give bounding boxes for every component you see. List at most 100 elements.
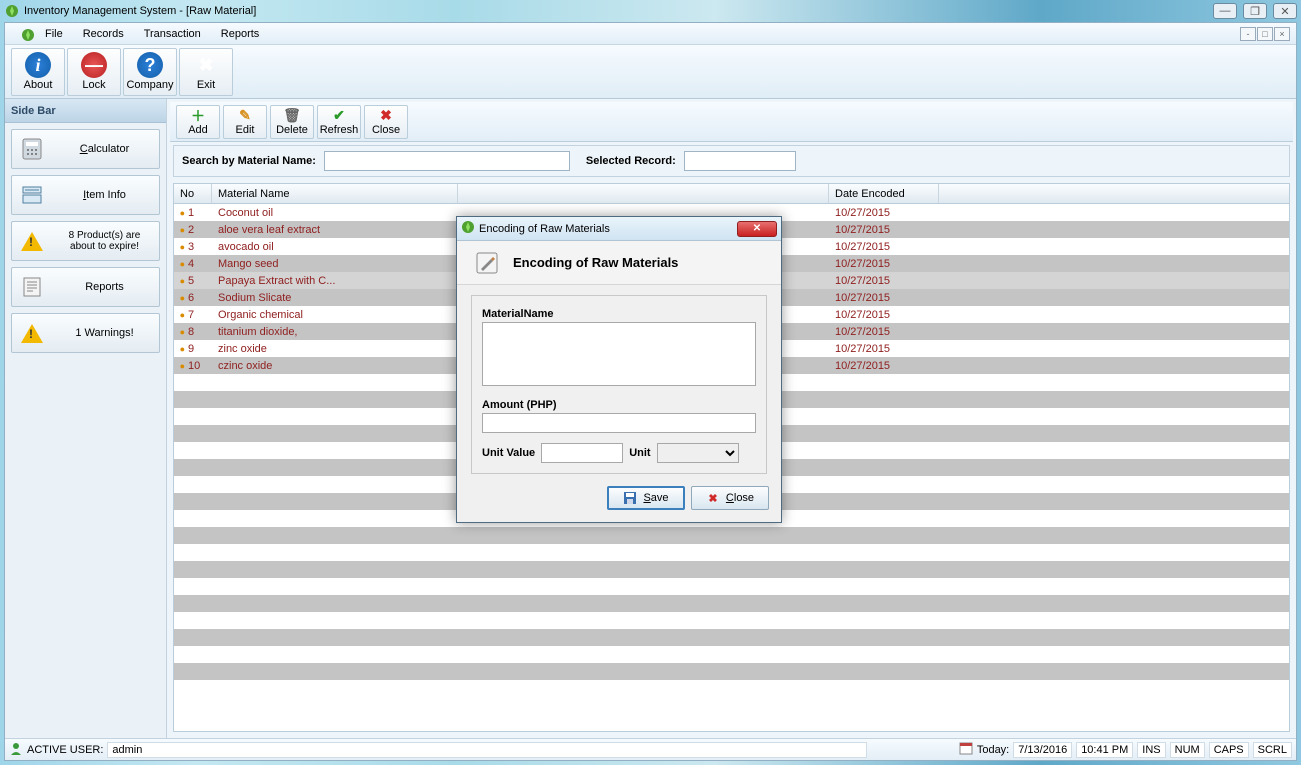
mdi-restore-button[interactable]: □ — [1257, 27, 1273, 41]
sidebar-calculator-button[interactable]: Calculator — [11, 129, 160, 169]
content-toolbar: ＋ Add ✎ Edit 🗑 Delete ✔ Refresh ✖ Clo — [170, 102, 1293, 142]
refresh-button[interactable]: ✔ Refresh — [317, 105, 361, 139]
row-name: Coconut oil — [212, 207, 458, 219]
active-user-label: ACTIVE USER: — [27, 744, 103, 756]
trash-icon: 🗑 — [284, 108, 300, 124]
dialog-save-button[interactable]: Save — [607, 486, 685, 510]
row-bullet-icon: ● — [174, 344, 186, 354]
table-row — [174, 629, 1289, 646]
save-label: Save — [643, 492, 668, 504]
menu-records[interactable]: Records — [73, 26, 134, 42]
plus-icon: ＋ — [190, 108, 206, 124]
sidebar-iteminfo-button[interactable]: Item Info — [11, 175, 160, 215]
row-name: avocado oil — [212, 241, 458, 253]
item-info-icon — [18, 181, 46, 209]
table-row — [174, 561, 1289, 578]
window-title: Inventory Management System - [Raw Mater… — [24, 5, 256, 17]
sidebar-calculator-label: Calculator — [56, 143, 153, 155]
delete-label: Delete — [276, 124, 308, 136]
close-button[interactable]: ✖ Close — [364, 105, 408, 139]
company-button[interactable]: ? Company — [123, 48, 177, 96]
menu-icon — [11, 26, 31, 42]
materialname-input[interactable] — [482, 322, 756, 386]
sidebar-warnings-button[interactable]: 1 Warnings! — [11, 313, 160, 353]
mdi-close-button[interactable]: × — [1274, 27, 1290, 41]
mdi-minimize-button[interactable]: - — [1240, 27, 1256, 41]
window-minimize-button[interactable]: — — [1213, 3, 1237, 19]
search-label: Search by Material Name: — [182, 155, 316, 167]
col-name[interactable]: Material Name — [212, 184, 458, 203]
exit-button[interactable]: ✖ Exit — [179, 48, 233, 96]
status-bar: ACTIVE USER: admin Today: 7/13/2016 10:4… — [5, 738, 1296, 760]
amount-input[interactable] — [482, 413, 756, 433]
row-name: Organic chemical — [212, 309, 458, 321]
row-no: 10 — [186, 360, 212, 372]
user-icon — [9, 741, 23, 758]
delete-button[interactable]: 🗑 Delete — [270, 105, 314, 139]
sidebar-expire-label: 8 Product(s) areabout to expire! — [56, 230, 153, 252]
row-no: 7 — [186, 309, 212, 321]
window-close-button[interactable]: ✕ — [1273, 3, 1297, 19]
row-date: 10/27/2015 — [829, 275, 939, 287]
dialog-form: MaterialName Amount (PHP) Unit Value Uni… — [457, 285, 781, 478]
menu-transaction[interactable]: Transaction — [134, 26, 211, 42]
reports-icon — [18, 273, 46, 301]
row-no: 8 — [186, 326, 212, 338]
col-no[interactable]: No — [174, 184, 212, 203]
table-row — [174, 578, 1289, 595]
row-name: czinc oxide — [212, 360, 458, 372]
menubar: File Records Transaction Reports - □ × — [5, 23, 1296, 45]
edit-button[interactable]: ✎ Edit — [223, 105, 267, 139]
table-row — [174, 544, 1289, 561]
status-time: 10:41 PM — [1076, 742, 1133, 758]
company-label: Company — [126, 79, 173, 91]
sidebar-iteminfo-label: Item Info — [56, 189, 153, 201]
unitvalue-input[interactable] — [541, 443, 623, 463]
table-row — [174, 527, 1289, 544]
notepad-icon — [473, 249, 501, 277]
active-user-field: admin — [107, 742, 867, 758]
dialog-close-x-button[interactable]: ✕ — [737, 221, 777, 237]
lock-button[interactable]: — Lock — [67, 48, 121, 96]
search-input[interactable] — [324, 151, 570, 171]
selected-record-input[interactable] — [684, 151, 796, 171]
row-bullet-icon: ● — [174, 276, 186, 286]
app-icon — [4, 3, 20, 19]
row-name: Sodium Slicate — [212, 292, 458, 304]
col-tail — [939, 184, 1289, 203]
menu-file[interactable]: File — [35, 26, 73, 42]
unit-select[interactable] — [657, 443, 739, 463]
col-amount[interactable] — [458, 184, 829, 203]
row-bullet-icon: ● — [174, 242, 186, 252]
row-date: 10/27/2015 — [829, 309, 939, 321]
lock-label: Lock — [82, 79, 105, 91]
row-date: 10/27/2015 — [829, 343, 939, 355]
close-label: Close — [726, 492, 754, 504]
dialog-titlebar[interactable]: Encoding of Raw Materials ✕ — [457, 217, 781, 241]
sidebar-reports-button[interactable]: Reports — [11, 267, 160, 307]
about-label: About — [24, 79, 53, 91]
question-icon: ? — [137, 52, 163, 78]
exit-x-icon: ✖ — [193, 52, 219, 78]
col-date[interactable]: Date Encoded — [829, 184, 939, 203]
unit-label: Unit — [629, 447, 650, 459]
row-date: 10/27/2015 — [829, 292, 939, 304]
encoding-dialog: Encoding of Raw Materials ✕ Encoding of … — [456, 216, 782, 523]
menu-reports[interactable]: Reports — [211, 26, 270, 42]
row-bullet-icon: ● — [174, 310, 186, 320]
row-no: 5 — [186, 275, 212, 287]
dialog-header: Encoding of Raw Materials — [457, 241, 781, 285]
add-button[interactable]: ＋ Add — [176, 105, 220, 139]
close-label: Close — [372, 124, 400, 136]
grid-header: No Material Name Date Encoded — [174, 184, 1289, 204]
window-restore-button[interactable]: ❐ — [1243, 3, 1267, 19]
row-no: 9 — [186, 343, 212, 355]
about-button[interactable]: i About — [11, 48, 65, 96]
unitvalue-label: Unit Value — [482, 447, 535, 459]
search-bar: Search by Material Name: Selected Record… — [173, 145, 1290, 177]
sidebar-expire-button[interactable]: 8 Product(s) areabout to expire! — [11, 221, 160, 261]
row-no: 1 — [186, 207, 212, 219]
dialog-close-button[interactable]: ✖ Close — [691, 486, 769, 510]
no-entry-icon: — — [81, 52, 107, 78]
row-name: zinc oxide — [212, 343, 458, 355]
